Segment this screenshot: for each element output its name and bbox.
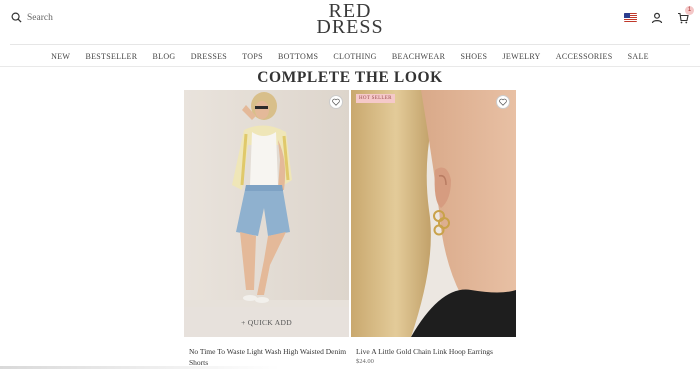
heart-icon: [499, 98, 507, 106]
nav-item-jewelry[interactable]: JEWELRY: [495, 52, 548, 61]
nav-item-accessories[interactable]: ACCESSORIES: [548, 52, 620, 61]
nav-item-sale[interactable]: SALE: [620, 52, 656, 61]
product-name[interactable]: Live A Little Gold Chain Link Hoop Earri…: [351, 346, 516, 357]
product-image-earrings[interactable]: HOT SELLER: [351, 90, 516, 337]
product-name[interactable]: No Time To Waste Light Wash High Waisted…: [184, 346, 349, 368]
us-flag-icon[interactable]: [624, 12, 637, 22]
hot-seller-badge: HOT SELLER: [356, 94, 395, 103]
header-actions: 1: [624, 6, 694, 24]
product-price: $24.00: [356, 358, 374, 365]
nav-item-shoes[interactable]: SHOES: [453, 52, 495, 61]
nav-item-new[interactable]: NEW: [44, 52, 78, 61]
nav-item-beachwear[interactable]: BEACHWEAR: [384, 52, 453, 61]
site-logo[interactable]: RED DRESS: [316, 1, 384, 38]
search-label: Search: [27, 12, 53, 23]
search-icon: [11, 12, 22, 23]
quick-add-button[interactable]: + QUICK ADD: [184, 307, 349, 337]
wishlist-button[interactable]: [496, 95, 510, 109]
search-button[interactable]: Search: [11, 12, 53, 23]
user-icon: [651, 12, 663, 24]
nav-item-clothing[interactable]: CLOTHING: [326, 52, 384, 61]
heart-icon: [332, 98, 340, 106]
nav-item-bestseller[interactable]: BESTSELLER: [78, 52, 145, 61]
nav-item-blog[interactable]: BLOG: [145, 52, 183, 61]
earring-photo: [351, 90, 516, 337]
main-nav: NEW BESTSELLER BLOG DRESSES TOPS BOTTOMS…: [0, 46, 700, 66]
product-card: HOT SELLER Live A Little Gold Chain Link…: [351, 90, 516, 365]
logo-line-2: DRESS: [316, 16, 384, 38]
cart-button[interactable]: 1: [677, 6, 694, 24]
cart-count-badge: 1: [685, 6, 694, 15]
wishlist-button[interactable]: [329, 95, 343, 109]
nav-divider: [0, 66, 700, 67]
account-button[interactable]: [651, 11, 663, 24]
product-card: + QUICK ADD No Time To Waste Light Wash …: [184, 90, 349, 368]
site-header: Search RED DRESS 1: [0, 0, 700, 44]
header-divider: [10, 44, 690, 45]
nav-item-tops[interactable]: TOPS: [235, 52, 271, 61]
product-image-shorts[interactable]: + QUICK ADD: [184, 90, 349, 337]
nav-item-bottoms[interactable]: BOTTOMS: [270, 52, 325, 61]
nav-item-dresses[interactable]: DRESSES: [183, 52, 235, 61]
model-photo: [184, 90, 349, 337]
section-title: COMPLETE THE LOOK: [257, 69, 443, 86]
